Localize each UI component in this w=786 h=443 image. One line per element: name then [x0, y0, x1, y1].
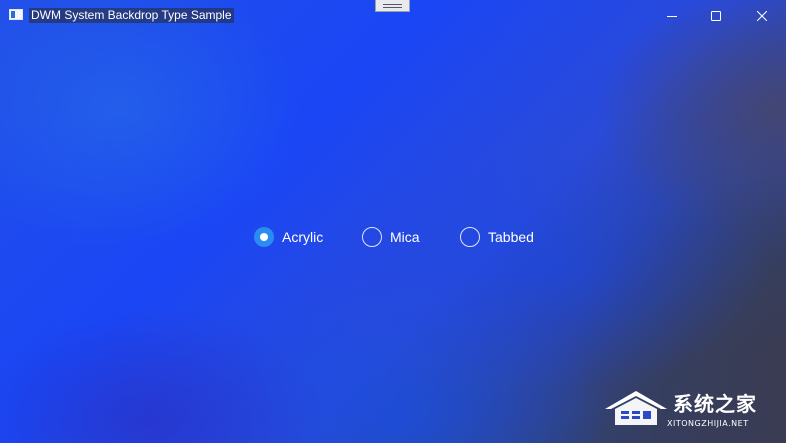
watermark: 系统之家 XITONGZHIJIA.NET: [603, 387, 778, 435]
radio-circle[interactable]: [362, 227, 382, 247]
radio-circle[interactable]: [460, 227, 480, 247]
radio-label: Acrylic: [282, 229, 324, 245]
watermark-house-logo-icon: [605, 391, 667, 425]
watermark-url: XITONGZHIJIA.NET: [667, 419, 749, 428]
app-window: DWM System Backdrop Type Sample Acrylic: [0, 0, 786, 443]
title-bar[interactable]: DWM System Backdrop Type Sample: [0, 0, 786, 31]
radio-circle-checked[interactable]: [254, 227, 274, 247]
close-icon: [757, 10, 767, 21]
radio-tabbed[interactable]: Tabbed: [460, 226, 550, 248]
maximize-icon: [711, 10, 721, 21]
drag-handle[interactable]: [375, 0, 410, 12]
app-window-icon: [9, 9, 23, 20]
radio-label: Mica: [390, 229, 420, 245]
minimize-button[interactable]: [649, 0, 695, 31]
radio-mica[interactable]: Mica: [362, 226, 460, 248]
window-title: DWM System Backdrop Type Sample: [29, 8, 234, 23]
minimize-icon: [667, 15, 677, 17]
radio-label: Tabbed: [488, 229, 534, 245]
watermark-brand: 系统之家: [673, 392, 757, 416]
close-button[interactable]: [739, 0, 785, 31]
backdrop-type-radio-group: Acrylic Mica Tabbed: [254, 226, 550, 248]
maximize-button[interactable]: [693, 0, 739, 31]
radio-acrylic[interactable]: Acrylic: [254, 226, 362, 248]
